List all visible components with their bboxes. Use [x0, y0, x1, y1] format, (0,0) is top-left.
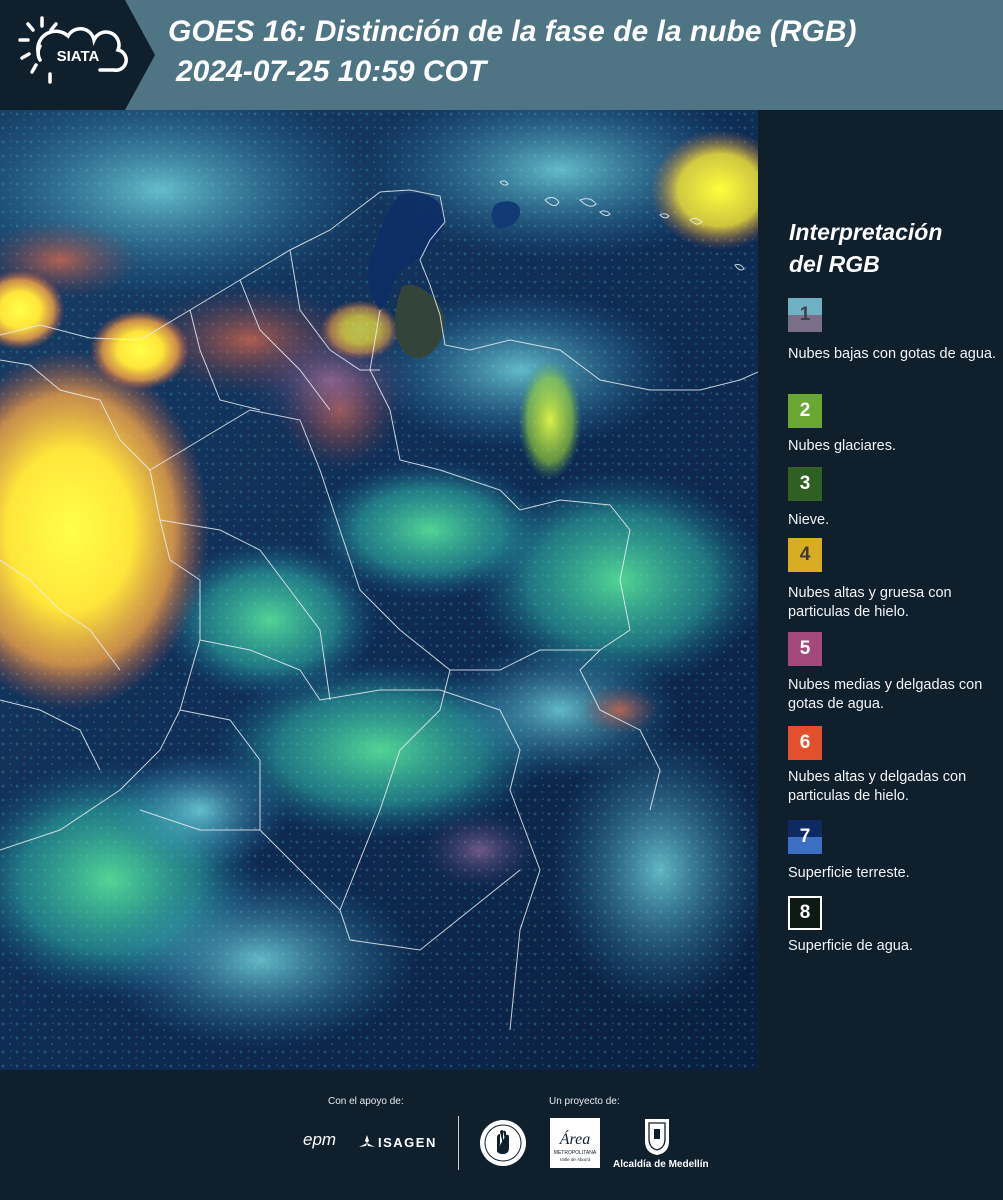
legend-swatch-8: 8: [788, 896, 822, 930]
legend-label-4: Nubes altas y gruesa con particulas de h…: [788, 585, 952, 620]
legend-swatch-5: 5: [788, 632, 822, 666]
legend-label-3: Nieve.: [788, 512, 830, 528]
page-title: GOES 16: Distinción de la fase de la nub…: [168, 15, 857, 48]
legend-swatch-3: 3: [788, 467, 822, 501]
svg-text:METROPOLITANA: METROPOLITANA: [554, 1150, 597, 1156]
logo-text: SIATA: [57, 48, 100, 65]
seal-icon: [480, 1120, 526, 1166]
epm-logo: epm: [303, 1130, 337, 1149]
legend-swatch-4: 4: [788, 538, 822, 572]
legend-swatch-2: 2: [788, 394, 822, 428]
legend-label-8: Superficie de agua.: [788, 938, 913, 954]
project-label: Un proyecto de:: [549, 1096, 620, 1107]
legend-label-7: Superficie terreste.: [788, 865, 910, 881]
svg-text:Valle de Aburrá: Valle de Aburrá: [560, 1157, 591, 1162]
legend-swatch-1: 1: [788, 298, 822, 332]
isagen-logo: ISAGEN: [378, 1135, 437, 1150]
svg-text:Área: Área: [559, 1129, 591, 1148]
alcaldia-label: Alcaldía de Medellín: [613, 1159, 709, 1170]
footer-divider: [458, 1116, 459, 1170]
footer: Con el apoyo de: Un proyecto de: epm ISA…: [0, 1070, 1003, 1200]
legend-label-1: Nubes bajas con gotas de agua.: [788, 346, 996, 362]
alcaldia-shield-icon: [645, 1119, 669, 1155]
satellite-map[interactable]: [0, 110, 758, 1070]
legend-title-line2: del RGB: [789, 251, 880, 277]
support-label: Con el apoyo de:: [328, 1096, 404, 1107]
legend-label-5: Nubes medias y delgadas con gotas de agu…: [788, 677, 983, 712]
siata-logo: SIATA: [0, 0, 155, 110]
page-subtitle: 2024-07-25 10:59 COT: [176, 55, 487, 88]
legend-swatch-6: 6: [788, 726, 822, 760]
isagen-icon: [359, 1135, 375, 1147]
legend-label-6: Nubes altas y delgadas con particulas de…: [788, 769, 967, 804]
area-metropolitana-logo: Área METROPOLITANA Valle de Aburrá: [550, 1118, 600, 1168]
legend-label-2: Nubes glaciares.: [788, 438, 896, 454]
legend-title: Interpretación del RGB: [789, 216, 989, 280]
legend-swatch-7: 7: [788, 820, 822, 854]
legend-title-line1: Interpretación: [789, 219, 943, 245]
legend-panel: Interpretación del RGB 1 Nubes bajas con…: [760, 110, 1003, 1070]
header-bar: SIATA GOES 16: Distinción de la fase de …: [0, 0, 1003, 110]
